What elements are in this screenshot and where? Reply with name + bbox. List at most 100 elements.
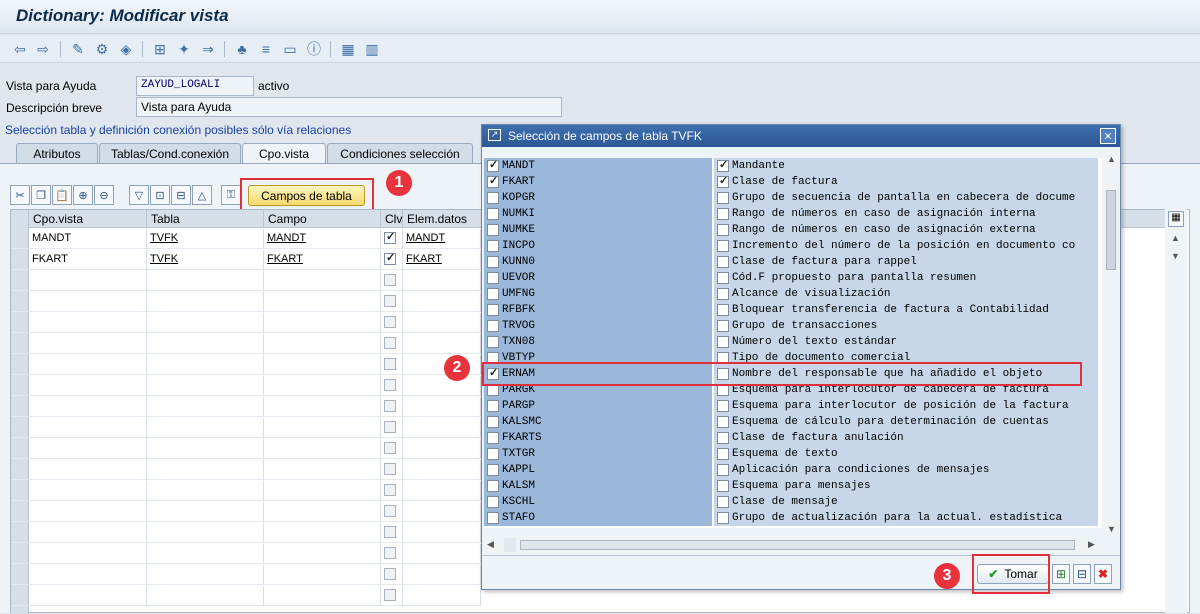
cell-cpo[interactable] [29, 397, 147, 417]
cell-campo[interactable] [264, 586, 381, 606]
cell-clv[interactable] [381, 229, 403, 249]
field-name-cell[interactable]: KALSM [484, 478, 712, 494]
cell-elem[interactable] [403, 313, 481, 333]
cell-tabla[interactable] [147, 460, 264, 480]
table-vertical-scrollbar[interactable]: ▦ ▲ ▼ [1165, 209, 1187, 613]
key-checkbox[interactable] [384, 358, 396, 371]
field-row[interactable]: UEVOR Cód.F propuesto para pantalla resum… [484, 270, 1102, 286]
field-name-cell[interactable]: STAFO [484, 510, 712, 526]
field-desc-cell[interactable]: Clase de factura anulación [714, 430, 1098, 446]
cell-tabla[interactable] [147, 439, 264, 459]
field-row[interactable]: PARGP Esquema para interlocutor de posici… [484, 398, 1102, 414]
field-row[interactable]: FKART Clase de factura [484, 174, 1102, 190]
cell-campo[interactable] [264, 481, 381, 501]
field-row[interactable]: KSCHL Clase de mensaje [484, 494, 1102, 510]
field-name-cell[interactable]: NUMKI [484, 206, 712, 222]
cell-cpo[interactable] [29, 586, 147, 606]
cell-elem[interactable] [403, 502, 481, 522]
field-row[interactable]: NUMKI Rango de números en caso de asignac… [484, 206, 1102, 222]
cell-cpo[interactable] [29, 523, 147, 543]
key-checkbox[interactable] [384, 316, 396, 329]
navigation-icon[interactable]: ≡ [256, 39, 276, 59]
cancel-icon[interactable]: ✖ [1094, 564, 1112, 584]
field-row[interactable]: MANDT Mandante [484, 158, 1102, 174]
table-row[interactable]: MANDT TVFK MANDT MANDT [11, 229, 481, 249]
cell-clv[interactable] [381, 523, 403, 543]
field-row[interactable]: RFBFK Bloquear transferencia de factura a… [484, 302, 1102, 318]
deselect-icon[interactable]: ⊟ [171, 185, 191, 205]
cell-campo[interactable]: MANDT [264, 229, 381, 249]
other-object-icon[interactable]: ✎ [68, 39, 88, 59]
hierarchy-icon[interactable]: ♣ [232, 39, 252, 59]
field-select-checkbox[interactable] [487, 288, 499, 300]
vista-name-field[interactable]: ZAYUD_LOGALI [136, 76, 254, 96]
field-name-cell[interactable]: MANDT [484, 158, 712, 174]
empty-row[interactable] [11, 376, 481, 396]
field-name-cell[interactable]: FKART [484, 174, 712, 190]
scroll-down-icon[interactable]: ▼ [1107, 524, 1116, 534]
field-desc-checkbox[interactable] [717, 464, 729, 476]
cell-campo[interactable] [264, 334, 381, 354]
cell-tabla[interactable] [147, 313, 264, 333]
key-checkbox[interactable] [384, 337, 396, 350]
field-desc-checkbox[interactable] [717, 288, 729, 300]
field-name-cell[interactable]: FKARTS [484, 430, 712, 446]
field-desc-cell[interactable]: Incremento del número de la posición en … [714, 238, 1098, 254]
text-icon[interactable]: ▭ [280, 39, 300, 59]
tab-tablas-cond[interactable]: Tablas/Cond.conexión [99, 143, 241, 163]
cell-elem[interactable] [403, 523, 481, 543]
empty-row[interactable] [11, 334, 481, 354]
cell-tabla[interactable] [147, 271, 264, 291]
column-settings-icon[interactable]: ▦ [1168, 211, 1184, 227]
cell-tabla[interactable] [147, 544, 264, 564]
cell-cpo[interactable] [29, 544, 147, 564]
field-row[interactable]: UMFNG Alcance de visualización [484, 286, 1102, 302]
field-select-checkbox[interactable] [487, 480, 499, 492]
field-name-cell[interactable]: KOPGR [484, 190, 712, 206]
cell-clv[interactable] [381, 565, 403, 585]
cell-tabla[interactable] [147, 292, 264, 312]
field-desc-cell[interactable]: Clase de mensaje [714, 494, 1098, 510]
key-checkbox[interactable] [384, 421, 396, 434]
field-row[interactable]: INCPO Incremento del número de la posició… [484, 238, 1102, 254]
dialog-horizontal-scrollbar[interactable]: ◀ ▶ [484, 538, 1102, 552]
field-row[interactable]: KAPPL Aplicación para condiciones de mens… [484, 462, 1102, 478]
field-desc-checkbox[interactable] [717, 272, 729, 284]
field-desc-cell[interactable]: Esquema para interlocutor de posición de… [714, 398, 1098, 414]
cell-cpo[interactable] [29, 418, 147, 438]
cell-tabla[interactable] [147, 418, 264, 438]
field-desc-cell[interactable]: Esquema de texto [714, 446, 1098, 462]
field-name-cell[interactable]: UEVOR [484, 270, 712, 286]
field-select-checkbox[interactable] [487, 512, 499, 524]
cell-cpo[interactable]: FKART [29, 250, 147, 270]
field-desc-cell[interactable]: Aplicación para condiciones de mensajes [714, 462, 1098, 478]
cell-tabla[interactable] [147, 376, 264, 396]
key-checkbox[interactable] [384, 379, 396, 392]
field-name-cell[interactable]: INCPO [484, 238, 712, 254]
field-name-cell[interactable]: KUNN0 [484, 254, 712, 270]
cell-elem[interactable]: FKART [403, 250, 481, 270]
cell-clv[interactable] [381, 397, 403, 417]
cell-cpo[interactable]: MANDT [29, 229, 147, 249]
cell-campo[interactable] [264, 418, 381, 438]
key-checkbox[interactable] [384, 274, 396, 287]
where-used-icon[interactable]: ⊞ [150, 39, 170, 59]
field-name-cell[interactable]: TXN08 [484, 334, 712, 350]
cell-elem[interactable] [403, 460, 481, 480]
field-name-cell[interactable]: NUMKE [484, 222, 712, 238]
cell-campo[interactable] [264, 544, 381, 564]
cell-campo[interactable] [264, 271, 381, 291]
field-select-checkbox[interactable] [487, 336, 499, 348]
forward-icon[interactable]: ⇨ [33, 39, 53, 59]
cell-elem[interactable] [403, 376, 481, 396]
field-row[interactable]: FKARTS Clase de factura anulación [484, 430, 1102, 446]
cell-clv[interactable] [381, 292, 403, 312]
scroll-thumb[interactable] [520, 540, 1075, 550]
cell-tabla[interactable] [147, 565, 264, 585]
field-desc-cell[interactable]: Cód.F propuesto para pantalla resumen [714, 270, 1098, 286]
field-row[interactable]: KALSM Esquema para mensajes [484, 478, 1102, 494]
object-list-icon[interactable]: ⇒ [198, 39, 218, 59]
cell-campo[interactable] [264, 397, 381, 417]
cell-elem[interactable] [403, 565, 481, 585]
field-desc-checkbox[interactable] [717, 512, 729, 524]
